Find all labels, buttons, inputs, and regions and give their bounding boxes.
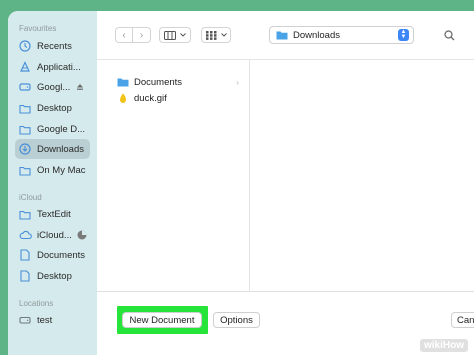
sidebar-section-icloud: iCloud [19,193,42,202]
sync-progress-icon [77,230,87,240]
group-view-button[interactable] [201,27,231,43]
chevron-down-icon [180,33,186,37]
search-button[interactable] [444,26,474,44]
drive-icon [18,80,32,94]
navigation-buttons: ‹ › [115,27,153,43]
back-button[interactable]: ‹ [115,27,133,43]
columns-icon [164,30,176,40]
sidebar-item-label: Recents [37,40,72,52]
sidebar-item-label: Downloads [37,143,84,155]
cancel-button[interactable]: Canc [451,312,474,328]
apps-icon [18,60,32,74]
new-document-button[interactable]: New Document [122,312,202,328]
folder-icon [276,30,288,40]
sidebar-item-label: Documents [37,249,86,261]
folder-icon [18,163,32,177]
column-view-button[interactable] [159,27,191,43]
sidebar-item-label: iCloud... [37,229,72,241]
chevron-down-icon [220,33,227,37]
sidebar-item-test[interactable]: test [15,310,90,330]
document-icon [18,269,32,283]
sidebar-item-icloud-drive[interactable]: iCloud... [15,225,90,245]
options-button[interactable]: Options [213,312,260,328]
dialog-footer: New Document Options Canc [97,291,474,355]
sidebar-item-label: Google D... [37,123,86,135]
sidebar-section-locations: Locations [19,299,54,308]
forward-button[interactable]: › [133,27,151,43]
sidebar-item-desktop-icloud[interactable]: Desktop [15,266,90,286]
disk-icon [18,313,32,327]
sidebar-item-label: On My Mac [37,164,86,176]
sidebar-item-google-drive[interactable]: Googl... [15,77,90,97]
list-item[interactable]: Documents › [97,74,249,90]
sidebar-section-favourites: Favourites [19,24,57,33]
sidebar-item-label: Googl... [37,81,71,93]
list-item[interactable]: duck.gif [97,90,249,106]
download-icon [18,142,32,156]
location-popup[interactable]: Downloads ▲ ▼ [269,26,414,44]
sidebar-item-downloads[interactable]: Downloads [15,139,90,159]
sidebar-item-desktop[interactable]: Desktop [15,98,90,118]
sidebar-item-label: TextEdit [37,208,71,220]
sidebar-item-on-my-mac[interactable]: On My Mac [15,160,90,180]
sidebar-item-recents[interactable]: Recents [15,36,90,56]
sidebar-item-applications[interactable]: Applicati... [15,57,90,77]
document-icon [18,248,32,262]
clock-icon [18,39,32,53]
cloud-icon [18,228,32,242]
file-browser: ‹ › Downloads ▲ ▼ Documents › duck.gif N… [97,11,474,355]
sidebar-item-label: Desktop [37,102,72,114]
folder-icon [18,207,32,221]
watermark: wikiHow [419,339,468,352]
sidebar-item-documents[interactable]: Documents [15,245,90,265]
open-dialog-window: Favourites Recents Applicati... Googl... [8,11,474,355]
item-name: duck.gif [134,92,167,104]
sidebar-item-google-drive-folder[interactable]: Google D... [15,119,90,139]
stepper-icon: ▲ ▼ [398,29,409,41]
sidebar-item-label: Desktop [37,270,72,282]
gif-file-icon [117,93,129,104]
location-label: Downloads [293,29,340,41]
folder-icon [117,77,129,87]
eject-icon[interactable] [76,83,84,91]
sidebar: Favourites Recents Applicati... Googl... [8,11,97,355]
sidebar-item-label: test [37,314,53,326]
toolbar: ‹ › Downloads ▲ ▼ [97,11,474,59]
browser-column: Documents › duck.gif [97,59,250,291]
chevron-right-icon: › [236,77,239,87]
sidebar-item-label: Applicati... [37,61,81,73]
item-name: Documents [134,76,183,88]
folder-icon [18,122,32,136]
search-icon [444,29,455,41]
sidebar-item-textedit[interactable]: TextEdit [15,204,90,224]
grid-icon [205,30,217,40]
preview-column [250,59,474,291]
folder-icon [18,101,32,115]
